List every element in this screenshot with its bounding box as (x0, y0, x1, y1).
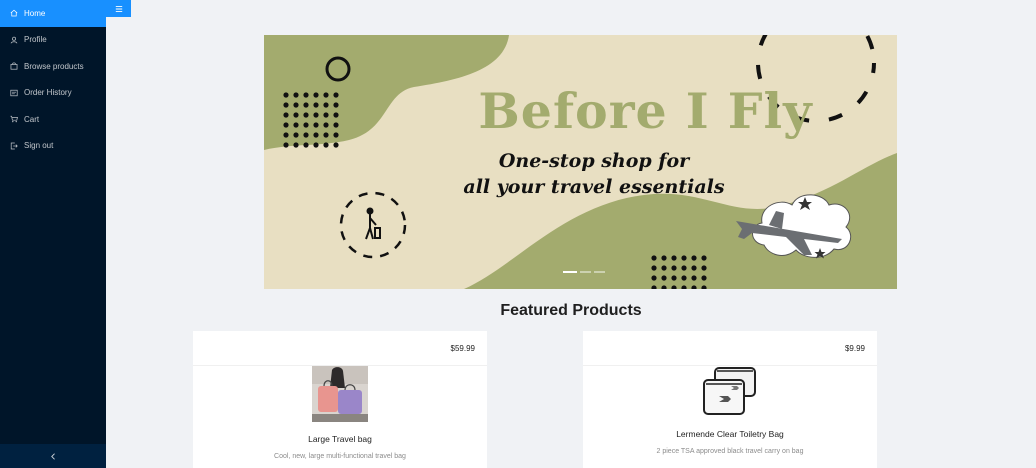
menu-icon (115, 5, 123, 13)
cart-icon (9, 115, 18, 124)
sidebar-item-sign-out[interactable]: Sign out (0, 133, 106, 160)
carousel-dot-3[interactable] (594, 271, 605, 273)
shopping-icon (9, 62, 18, 71)
sidebar-item-label: Profile (24, 35, 47, 45)
banner-title: Before I Fly (478, 82, 813, 140)
sidebar-item-home[interactable]: Home (0, 0, 106, 27)
order-icon (9, 88, 18, 97)
signout-icon (9, 141, 18, 150)
sidebar-item-cart[interactable]: Cart (0, 106, 106, 133)
hero-banner-carousel[interactable]: Before I Fly One-stop shop for all your … (264, 35, 897, 289)
product-name[interactable]: Large Travel bag (193, 434, 487, 444)
product-image-container (193, 366, 487, 422)
sidebar: Home Profile Browse products Order Histo… (0, 0, 106, 468)
sidebar-item-profile[interactable]: Profile (0, 27, 106, 54)
featured-products-title: Featured Products (500, 302, 642, 319)
sidebar-item-label: Home (24, 8, 46, 18)
carousel-dot-1[interactable] (563, 271, 577, 273)
chevron-left-icon (50, 452, 57, 460)
product-image[interactable] (312, 366, 368, 422)
product-image[interactable] (701, 366, 759, 420)
user-icon (9, 35, 18, 44)
product-price: $9.99 (583, 331, 877, 366)
banner-subtitle-line1: One-stop shop for (498, 150, 690, 172)
sidebar-menu: Home Profile Browse products Order Histo… (0, 0, 106, 159)
banner-subtitle-line2: all your travel essentials (463, 176, 725, 198)
product-description: Cool, new, large multi-functional travel… (274, 453, 406, 460)
sidebar-item-browse-products[interactable]: Browse products (0, 53, 106, 80)
carousel-dot-2[interactable] (580, 271, 591, 273)
sidebar-collapse-button[interactable] (0, 444, 106, 468)
sidebar-item-label: Order History (24, 88, 72, 98)
product-description: 2 piece TSA approved black travel carry … (656, 448, 804, 455)
carousel-dots (563, 271, 605, 273)
product-card[interactable]: $59.99 Large Travel bag Cool, new, large… (193, 331, 487, 468)
sidebar-item-label: Cart (24, 114, 40, 124)
sidebar-item-order-history[interactable]: Order History (0, 80, 106, 107)
product-name[interactable]: Lermende Clear Toiletry Bag (583, 429, 877, 439)
home-icon (9, 9, 18, 18)
product-price: $59.99 (193, 331, 487, 366)
sidebar-item-label: Sign out (24, 141, 54, 151)
menu-toggle-button[interactable] (106, 0, 131, 17)
product-card[interactable]: $9.99 Lermende Clear Toiletry Bag 2 piec… (583, 331, 877, 468)
banner-subtitle: One-stop shop for all your travel essent… (424, 148, 764, 200)
product-image-container (583, 366, 877, 420)
sidebar-item-label: Browse products (24, 61, 84, 71)
